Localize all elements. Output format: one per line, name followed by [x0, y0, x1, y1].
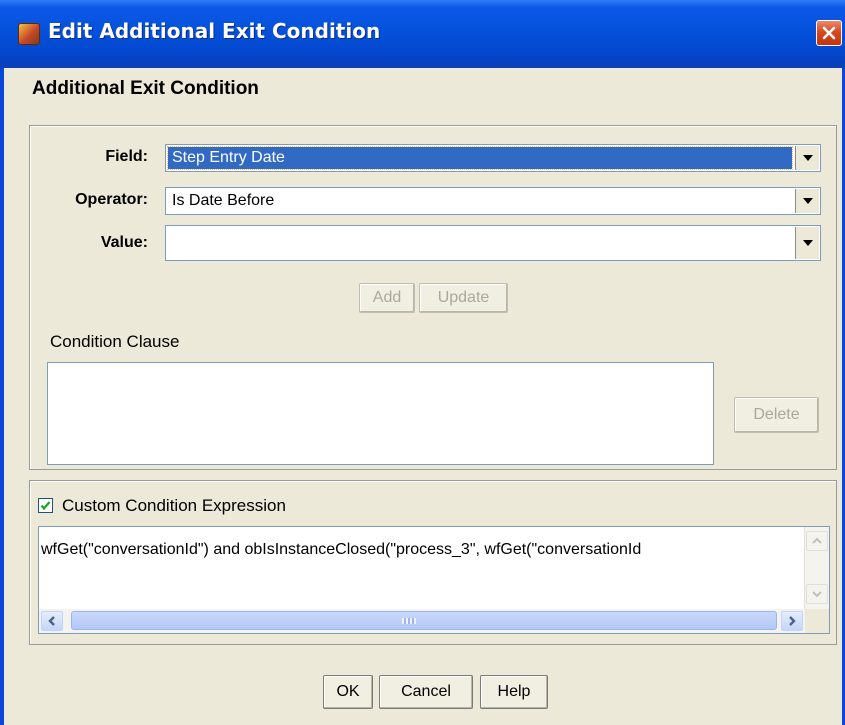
condition-clause-label: Condition Clause: [50, 332, 180, 351]
close-button[interactable]: [816, 20, 842, 46]
condition-clause-list[interactable]: [47, 362, 714, 465]
field-select-value: Step Entry Date: [167, 146, 793, 170]
add-button[interactable]: Add: [359, 283, 415, 313]
chevron-down-icon[interactable]: [795, 146, 819, 170]
title-bar[interactable]: Edit Additional Exit Condition: [0, 0, 845, 68]
vertical-scrollbar[interactable]: [804, 527, 829, 609]
close-icon: [822, 26, 836, 40]
horizontal-scrollbar[interactable]: [39, 609, 807, 633]
custom-condition-label: Custom Condition Expression: [62, 496, 286, 515]
scroll-right-icon: [789, 616, 796, 626]
field-label: Field:: [105, 148, 148, 165]
update-button[interactable]: Update: [419, 283, 508, 313]
delete-button[interactable]: Delete: [734, 397, 819, 433]
value-input[interactable]: [168, 228, 176, 250]
custom-expression-text: wfGet("conversationId") and obIsInstance…: [41, 541, 642, 558]
scrollbar-grip: [402, 618, 416, 624]
app-icon: [18, 23, 40, 45]
operator-select[interactable]: Is Date Before: [165, 187, 821, 215]
scroll-down-icon: [812, 591, 822, 598]
value-combobox[interactable]: [165, 225, 821, 261]
operator-label: Operator:: [75, 191, 148, 208]
scroll-right-button[interactable]: [781, 611, 803, 631]
field-select[interactable]: Step Entry Date: [165, 144, 821, 172]
chevron-down-icon[interactable]: [795, 227, 819, 259]
scrollbar-corner: [805, 609, 829, 633]
checkmark-icon: [40, 501, 51, 511]
value-label: Value:: [100, 234, 148, 251]
scroll-up-button[interactable]: [806, 531, 828, 551]
scroll-up-icon: [812, 537, 822, 544]
scrollbar-thumb[interactable]: [71, 611, 777, 630]
operator-select-value: Is Date Before: [172, 192, 275, 209]
cancel-button[interactable]: Cancel: [379, 675, 473, 709]
window-title: Edit Additional Exit Condition: [48, 19, 381, 43]
chevron-down-icon[interactable]: [795, 189, 819, 213]
scroll-left-button[interactable]: [41, 611, 63, 631]
scroll-left-icon: [48, 616, 55, 626]
custom-expression-textarea[interactable]: wfGet("conversationId") and obIsInstance…: [38, 526, 830, 634]
help-button[interactable]: Help: [480, 675, 548, 709]
dialog-heading: Additional Exit Condition: [32, 78, 259, 99]
ok-button[interactable]: OK: [323, 675, 373, 709]
scroll-down-button[interactable]: [806, 584, 828, 604]
custom-condition-checkbox[interactable]: [38, 498, 53, 513]
dialog-window: Edit Additional Exit Condition Additiona…: [0, 0, 845, 725]
